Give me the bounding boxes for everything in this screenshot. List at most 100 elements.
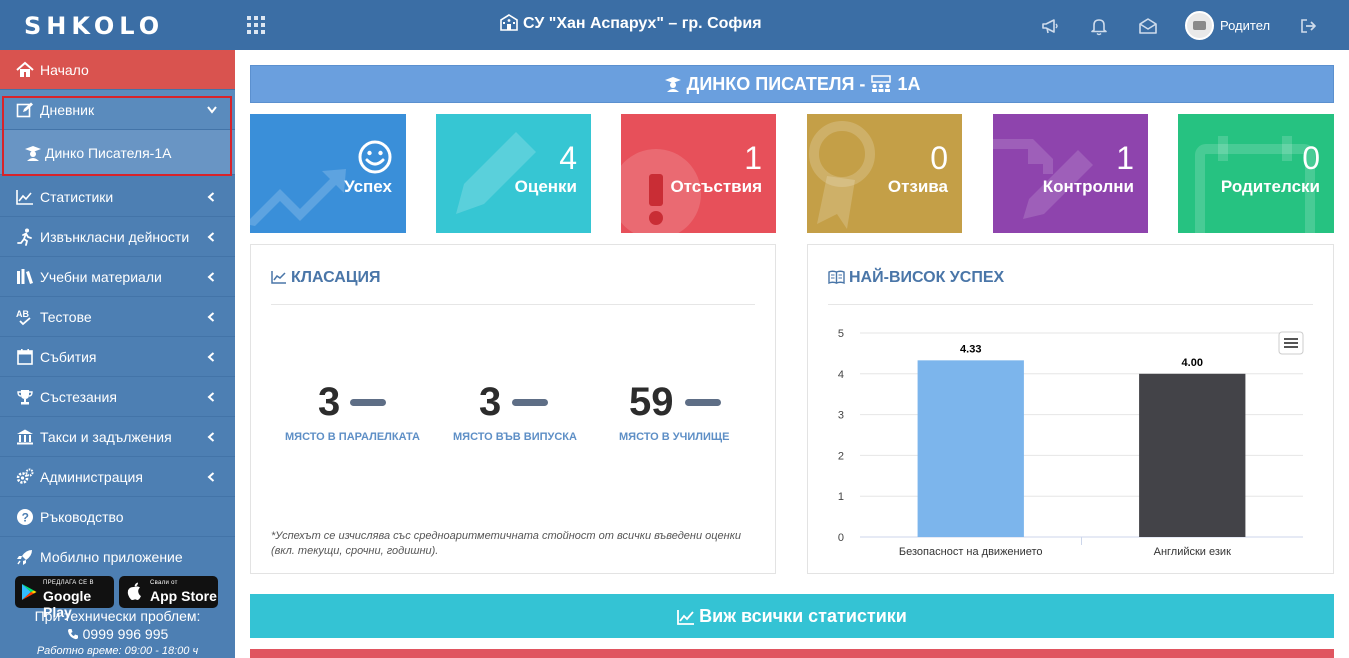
student-banner: ДИНКО ПИСАТЕЛЯ - 1А [250, 65, 1334, 103]
chart-y-tick-label: 3 [838, 410, 844, 422]
card-absences[interactable]: 1 Отсъствия [621, 114, 776, 233]
card-label: Успех [344, 177, 392, 196]
chart-bar [1139, 373, 1246, 537]
google-play-button[interactable]: ПРЕДЛАГА СЕ В Google Play [15, 576, 114, 620]
rank-caption: МЯСТО ВЪВ ВИПУСКА [453, 431, 577, 443]
chevron-left-icon [207, 432, 215, 442]
sidebar-item-label: Мобилно приложение [40, 549, 183, 565]
rank-value: 3 [318, 380, 341, 424]
sidebar-item-materials[interactable]: Учебни материали [0, 257, 235, 297]
top-success-chart: 0 1 2 3 4 5 4.33 4.00 Безопасност на движениет… [838, 328, 1304, 558]
card-tests[interactable]: 1 Контролни [993, 114, 1148, 233]
envelope-open-icon[interactable] [1138, 16, 1158, 36]
chart-data-label: 4.33 [960, 343, 981, 355]
graduate-icon [25, 146, 41, 161]
banner-separator: - [859, 74, 866, 94]
chart-y-tick-label: 1 [838, 491, 844, 503]
card-label: Отсъствия [670, 177, 762, 196]
chart-y-tick-label: 5 [838, 328, 844, 340]
chart-y-tick-label: 4 [838, 369, 844, 381]
trophy-icon [17, 390, 33, 405]
sidebar-item-label: Извънкласни дейности [40, 229, 190, 245]
sidebar-item-label: Състезания [40, 389, 117, 405]
chart-y-tick-label: 2 [838, 450, 844, 462]
sidebar-item-label: Статистики [40, 189, 114, 205]
sidebar-item-label: Начало [40, 62, 89, 78]
app-logo[interactable]: SHKOLO [24, 12, 164, 40]
support-hours: Работно време: 09:00 - 18:00 ч [36, 645, 199, 657]
support-phone-line[interactable]: 0999 996 995 [0, 626, 235, 642]
sidebar-item-extracurricular[interactable]: Извънкласни дейности [0, 217, 235, 257]
card-value: 4 [559, 140, 577, 176]
books-icon [17, 269, 33, 284]
bottom-panel-edge [250, 649, 1334, 658]
user-role[interactable]: Родител [1220, 18, 1270, 33]
rocket-icon [17, 550, 32, 565]
rank-value: 59 [629, 380, 674, 424]
sidebar-item-administration[interactable]: Администрация [0, 457, 235, 497]
view-all-statistics-button[interactable]: Виж всички статистики [250, 594, 1334, 638]
chart-bars [917, 360, 1246, 537]
chart-y-ticks: 0 1 2 3 4 5 [838, 328, 844, 544]
book-icon [828, 270, 845, 285]
sidebar-item-competitions[interactable]: Състезания [0, 377, 235, 417]
sidebar-item-mobile-app[interactable]: Мобилно приложение [0, 537, 235, 577]
rank-trend-dash [685, 399, 721, 406]
chart-menu-icon[interactable] [1278, 331, 1304, 355]
sidebar-subitem-student[interactable]: Динко Писателя-1А [0, 130, 235, 175]
chevron-left-icon [207, 192, 215, 202]
support-phone[interactable]: 0999 996 995 [83, 626, 169, 642]
sidebar-item-tests[interactable]: AB Тестове [0, 297, 235, 337]
rank-value: 3 [479, 380, 502, 424]
chart-line-icon [677, 610, 695, 625]
card-success[interactable]: Успех [250, 114, 406, 233]
sidebar-item-diary[interactable]: Дневник [0, 90, 235, 130]
chart-y-tick-label: 0 [838, 532, 844, 544]
chevron-left-icon [207, 392, 215, 402]
card-parent-meetings[interactable]: 0 Родителски [1178, 114, 1334, 233]
bell-icon[interactable] [1089, 16, 1109, 36]
chart-line-icon [271, 271, 286, 284]
support-title: При технически проблем: [34, 608, 201, 624]
rank-caption: МЯСТО В УЧИЛИЩЕ [619, 431, 730, 443]
sidebar-item-label: Администрация [40, 469, 143, 485]
app-store-button[interactable]: Свали от App Store [119, 576, 218, 608]
card-feedback[interactable]: 0 Отзива [807, 114, 962, 233]
phone-icon [67, 629, 78, 640]
chevron-left-icon [207, 232, 215, 242]
sidebar-item-label: Тестове [40, 309, 92, 325]
chevron-down-icon [207, 106, 217, 114]
sidebar-item-label: Дневник [40, 102, 95, 118]
chart-x-tick-label: Безопасност на движението [899, 546, 1043, 558]
sidebar-item-guide[interactable]: ? Ръководство [0, 497, 235, 537]
sidebar-item-statistics[interactable]: Статистики [0, 177, 235, 217]
card-grades[interactable]: 4 Оценки [436, 114, 591, 233]
google-play-small-text: ПРЕДЛАГА СЕ В [43, 580, 94, 586]
svg-text:AB: AB [16, 309, 29, 319]
sidebar-item-label: Ръководство [40, 509, 124, 525]
logout-icon[interactable] [1298, 16, 1318, 36]
question-circle-icon: ? [17, 509, 33, 525]
apple-icon [127, 582, 141, 601]
top-success-title: НАЙ-ВИСОК УСПЕХ [828, 269, 1004, 287]
cogs-icon [16, 468, 34, 484]
chevron-left-icon [207, 312, 215, 322]
megaphone-icon[interactable] [1040, 16, 1060, 36]
running-icon [17, 228, 32, 246]
smile-icon [358, 140, 392, 174]
sidebar-item-home[interactable]: Начало [0, 50, 235, 90]
home-icon [16, 61, 34, 77]
chevron-left-icon [207, 472, 215, 482]
apps-grid-icon[interactable] [247, 16, 265, 34]
ranking-note: *Успехът се изчислява със средноаритмети… [271, 530, 742, 557]
panel-divider [828, 304, 1313, 305]
student-class: 1А [897, 74, 921, 94]
chevron-left-icon [207, 352, 215, 362]
edit-icon [16, 102, 33, 118]
avatar[interactable] [1185, 11, 1214, 40]
app-store-text: App Store [150, 588, 217, 604]
card-value: 0 [1302, 140, 1320, 176]
sidebar-item-events[interactable]: Събития [0, 337, 235, 377]
sidebar-item-fees[interactable]: Такси и задължения [0, 417, 235, 457]
sidebar-item-label: Такси и задължения [40, 429, 172, 445]
